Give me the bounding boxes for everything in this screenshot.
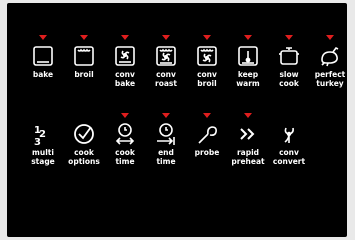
indicator-light <box>162 35 170 40</box>
cook-options-button[interactable]: cook options <box>65 111 103 173</box>
probe-label: probe <box>194 148 220 157</box>
perfect-turkey-label: perfect turkey <box>314 70 346 88</box>
conv-roast-label: conv roast <box>155 70 177 88</box>
multi-stage-label: multi stage <box>31 148 55 166</box>
end-time-icon <box>154 122 178 146</box>
rapid-preheat-icon <box>236 122 260 146</box>
conv-bake-button[interactable]: conv bake <box>106 33 144 95</box>
svg-text:3: 3 <box>34 137 41 146</box>
multi-stage-button[interactable]: 1 2 3 multi stage <box>24 111 62 173</box>
cook-time-button[interactable]: cook time <box>106 111 144 173</box>
rapid-preheat-label: rapid preheat <box>231 148 265 166</box>
keep-warm-label: keep warm <box>236 70 260 88</box>
keep-warm-button[interactable]: keep warm <box>229 33 267 95</box>
indicator-light <box>203 113 211 118</box>
indicator-light <box>244 113 252 118</box>
conv-convert-icon <box>277 122 301 146</box>
end-time-label: end time <box>156 148 176 166</box>
multi-stage-icon: 1 2 3 <box>31 122 55 146</box>
checkmark-icon <box>72 122 96 146</box>
conv-broil-icon <box>195 44 219 68</box>
perfect-turkey-button[interactable]: perfect turkey <box>311 33 349 95</box>
indicator-light <box>121 35 129 40</box>
broil-label: broil <box>74 70 94 79</box>
probe-icon <box>195 122 219 146</box>
conv-bake-label: conv bake <box>114 70 136 88</box>
indicator-light <box>80 35 88 40</box>
bake-icon <box>31 44 55 68</box>
bake-button[interactable]: bake <box>24 33 62 95</box>
cook-time-label: cook time <box>115 148 135 166</box>
turkey-icon <box>318 44 342 68</box>
conv-broil-button[interactable]: conv broil <box>188 33 226 95</box>
probe-button[interactable]: probe <box>188 111 226 173</box>
keep-warm-icon <box>236 44 260 68</box>
indicator-light <box>203 35 211 40</box>
conv-roast-icon <box>154 44 178 68</box>
indicator-light <box>39 35 47 40</box>
conv-convert-label: conv convert <box>272 148 306 166</box>
bake-label: bake <box>32 70 54 79</box>
indicator-light <box>162 113 170 118</box>
indicator-light <box>121 113 129 118</box>
slow-cook-button[interactable]: slow cook <box>270 33 308 95</box>
oven-control-panel: bake broil conv bake conv roast conv bro… <box>7 3 347 237</box>
slow-cook-icon <box>277 44 301 68</box>
indicator-light <box>244 35 252 40</box>
indicator-light <box>285 35 293 40</box>
cook-options-label: cook options <box>68 148 100 166</box>
conv-bake-icon <box>113 44 137 68</box>
rapid-preheat-button[interactable]: rapid preheat <box>229 111 267 173</box>
broil-button[interactable]: broil <box>65 33 103 95</box>
conv-broil-label: conv broil <box>197 70 217 88</box>
conv-roast-button[interactable]: conv roast <box>147 33 185 95</box>
slow-cook-label: slow cook <box>279 70 299 88</box>
conv-convert-button[interactable]: conv convert <box>270 111 308 173</box>
cook-time-icon <box>113 122 137 146</box>
indicator-light <box>326 35 334 40</box>
end-time-button[interactable]: end time <box>147 111 185 173</box>
broil-icon <box>72 44 96 68</box>
